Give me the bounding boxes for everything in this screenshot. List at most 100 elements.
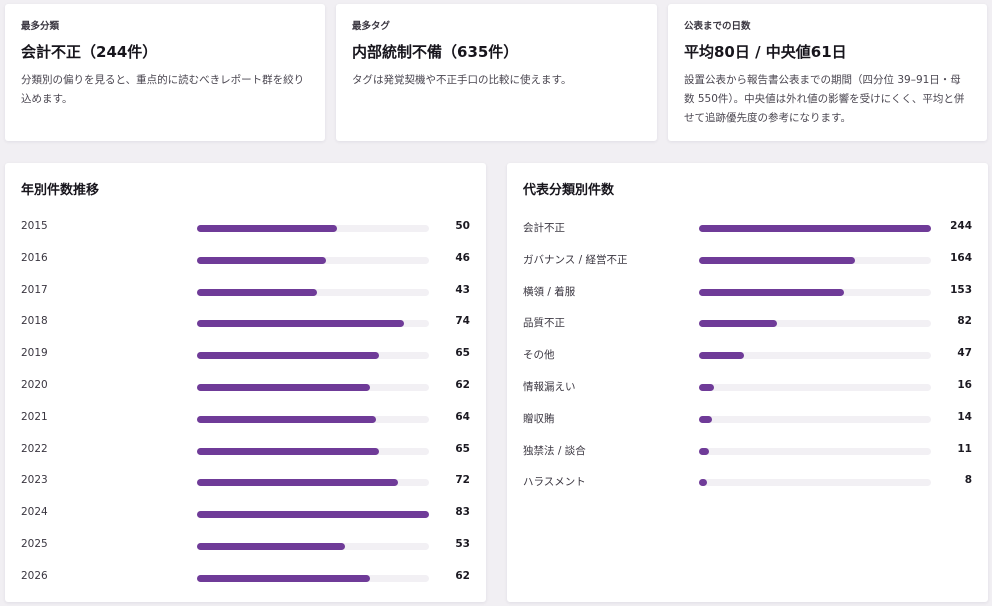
bar (197, 574, 371, 582)
bar-row: 2016 46 (21, 244, 470, 276)
bar-value-label: 14 (957, 410, 972, 423)
bar-row: 2023 72 (21, 466, 470, 498)
bar-row: ハラスメント 8 (523, 466, 972, 498)
stat-card-top-tag: 最多タグ 内部統制不備（635件） タグは発覚契機や不正手口の比較に使えます。 (336, 4, 657, 141)
bar-label: 情報漏えい (523, 380, 576, 393)
bar-track (197, 542, 429, 550)
bar-value-label: 62 (455, 569, 470, 582)
panel-title: 年別件数推移 (21, 183, 100, 198)
bar (197, 320, 404, 328)
bar-value-label: 244 (950, 220, 972, 232)
category-count-panel: 代表分類別件数 会計不正 244 ガバナンス / 経営不正 164 横領 / 着服 153… (507, 163, 988, 602)
bar-row: 2017 43 (21, 276, 470, 308)
bar-track (197, 574, 429, 582)
bar (699, 415, 713, 423)
bar-track (197, 352, 429, 360)
bar-label: 2022 (21, 442, 48, 455)
bar-track (197, 288, 429, 296)
bar-track (197, 447, 429, 455)
bar-label: ハラスメント (523, 476, 586, 489)
stat-description: タグは発覚契機や不正手口の比較に使えます。 (352, 74, 572, 86)
bar-value-label: 47 (957, 347, 972, 360)
bar-track (197, 256, 429, 264)
bar-value-label: 74 (455, 315, 470, 328)
bar-track (197, 320, 429, 328)
bar-label: 独禁法 / 談合 (523, 444, 586, 457)
bar-row: 2019 65 (21, 339, 470, 371)
bar (197, 383, 371, 391)
bar-track (197, 479, 429, 487)
bar-value-label: 83 (455, 506, 470, 519)
bar-track (197, 511, 429, 519)
bar-label: 会計不正 (523, 222, 565, 234)
bar-label: 2025 (21, 537, 48, 550)
bar-value-label: 11 (957, 442, 972, 455)
bar-track (699, 415, 931, 423)
bar-value-label: 65 (455, 347, 470, 360)
bar (197, 542, 346, 550)
bar-label: 2017 (21, 283, 48, 296)
bar-value-label: 153 (950, 283, 972, 296)
bar (197, 447, 379, 455)
bar (699, 225, 931, 232)
bar-value-label: 164 (950, 251, 972, 264)
bar-row: 2015 50 (21, 212, 470, 244)
bar (197, 288, 318, 296)
bar-value-label: 46 (455, 251, 470, 264)
bar-label: 2018 (21, 315, 48, 328)
bar-track (699, 320, 931, 328)
bar-value-label: 64 (455, 410, 470, 423)
bar-track (699, 256, 931, 264)
stat-description: 分類別の偏りを見ると、重点的に読むべきレポート群を絞り込めます。 (21, 74, 305, 105)
bar-track (699, 352, 931, 360)
stat-eyebrow: 最多タグ (352, 21, 391, 32)
bar (699, 320, 777, 328)
bar-value-label: 53 (455, 537, 470, 550)
bar-row: その他 47 (523, 339, 972, 371)
bar-value-label: 50 (455, 220, 470, 232)
yearly-count-panel: 年別件数推移 2015 50 2016 46 2017 43 2018 74 2019 65 202… (5, 163, 486, 602)
bar (197, 415, 376, 423)
bar-label: 2015 (21, 220, 48, 232)
bar-track (197, 383, 429, 391)
bar-track (699, 447, 931, 455)
bar-row: 2024 83 (21, 498, 470, 530)
category-bar-list: 会計不正 244 ガバナンス / 経営不正 164 横領 / 着服 153 品質不正 82 その… (523, 212, 972, 498)
bar (197, 511, 429, 519)
bar-label: 2024 (21, 506, 48, 519)
bar-label: 2019 (21, 347, 48, 360)
stat-card-days-to-publish: 公表までの日数 平均80日 / 中央値61日 設置公表から報告書公表までの期間（… (668, 4, 987, 141)
bar-label: ガバナンス / 経営不正 (523, 253, 628, 266)
bar-row: 会計不正 244 (523, 212, 972, 244)
bar-track (197, 225, 429, 232)
bar-label: 2016 (21, 251, 48, 264)
bar (699, 479, 707, 487)
bar-label: 2023 (21, 474, 48, 487)
bar-row: 2020 62 (21, 371, 470, 403)
bar-row: 2025 53 (21, 530, 470, 562)
bar-value-label: 72 (455, 474, 470, 487)
bar-row: 2026 62 (21, 562, 470, 594)
bar-label: 2021 (21, 410, 48, 423)
bar-value-label: 16 (957, 378, 972, 391)
bar-row: 2021 64 (21, 403, 470, 435)
bar-track (699, 288, 931, 296)
bar-row: 贈収賄 14 (523, 403, 972, 435)
bar (699, 288, 845, 296)
bar (699, 383, 715, 391)
bar (197, 479, 399, 487)
bar-label: その他 (523, 349, 555, 362)
bar-track (699, 479, 931, 487)
stat-card-top-category: 最多分類 会計不正（244件） 分類別の偏りを見ると、重点的に読むべきレポート群… (5, 4, 325, 141)
bar-value-label: 65 (455, 442, 470, 455)
stat-eyebrow: 最多分類 (21, 21, 60, 32)
bar-value-label: 62 (455, 378, 470, 391)
stat-value: 内部統制不備（635件） (352, 43, 519, 61)
bar-label: 贈収賄 (523, 412, 555, 425)
bar-row: 横領 / 着服 153 (523, 276, 972, 308)
bar-value-label: 8 (964, 474, 972, 487)
bar-track (699, 383, 931, 391)
bar-row: ガバナンス / 経営不正 164 (523, 244, 972, 276)
bar-label: 2020 (21, 378, 48, 391)
bar (197, 256, 326, 264)
